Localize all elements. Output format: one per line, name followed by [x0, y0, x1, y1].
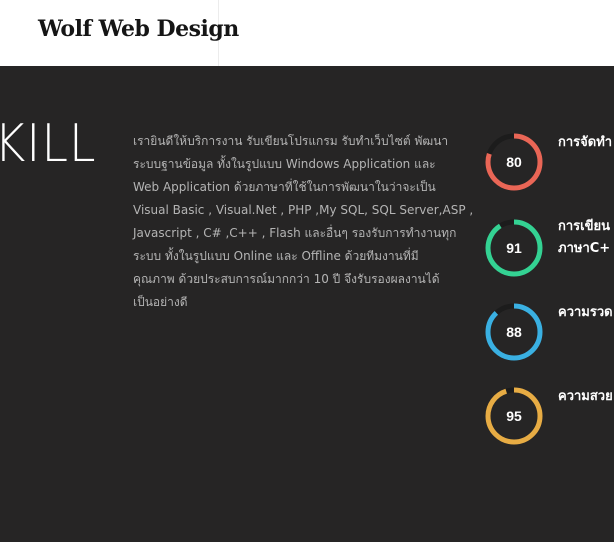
skill-item-3: 88 ความรวด [484, 302, 614, 366]
skill-label-line: ภาษาC+ [558, 241, 611, 256]
description-line: คุณภาพ ด้วยประสบการณ์มากกว่า 10 ปี จึงรั… [133, 272, 440, 286]
skill-ring: 95 [484, 386, 544, 446]
skill-label-line: ความสวย [558, 389, 613, 404]
description-line: เป็นอย่างดี [133, 295, 188, 309]
skill-percent: 80 [506, 154, 522, 170]
description-line: เรายินดีให้บริการงาน รับเขียนโปรแกรม รับ… [133, 134, 449, 148]
skill-ring: 88 [484, 302, 544, 362]
description-line: Javascript , C# ,C++ , Flash และอื่นๆ รอ… [133, 226, 457, 240]
logo-container[interactable]: Wolf Web Design [0, 0, 239, 66]
section-description: เรายินดีให้บริการงาน รับเขียนโปรแกรม รับ… [133, 130, 474, 314]
description-line: ระบบ ทั้งในรูปแบบ Online และ Offline ด้ว… [133, 249, 419, 263]
description-line: Visual Basic , Visual.Net , PHP ,My SQL,… [133, 203, 474, 217]
skill-label: การเขียน ภาษาC+ [558, 216, 610, 260]
skill-item-4: 95 ความสวย [484, 386, 614, 450]
header-bar: Wolf Web Design [0, 0, 614, 66]
skill-item-1: 80 การจัดทำ [484, 132, 614, 196]
description-line: ระบบฐานข้อมูล ทั้งในรูปแบบ Windows Appli… [133, 157, 436, 171]
skill-percent: 88 [506, 324, 522, 340]
skill-label-line: การเขียน [558, 219, 610, 234]
section-title: KILL [0, 114, 97, 174]
skill-label-line: ความรวด [558, 305, 613, 320]
skill-percent: 91 [506, 240, 522, 256]
site-logo[interactable]: Wolf Web Design [38, 16, 239, 42]
skill-label-line: การจัดทำ [558, 135, 613, 150]
skill-label: การจัดทำ [558, 132, 612, 154]
skill-ring: 91 [484, 218, 544, 278]
skill-ring: 80 [484, 132, 544, 192]
skill-item-2: 91 การเขียน ภาษาC+ [484, 218, 614, 282]
skill-label: ความรวด [558, 302, 613, 324]
description-line: Web Application ด้วยภาษาที่ใช้ในการพัฒนา… [133, 180, 436, 194]
skill-label: ความสวย [558, 386, 613, 408]
skill-percent: 95 [506, 408, 522, 424]
